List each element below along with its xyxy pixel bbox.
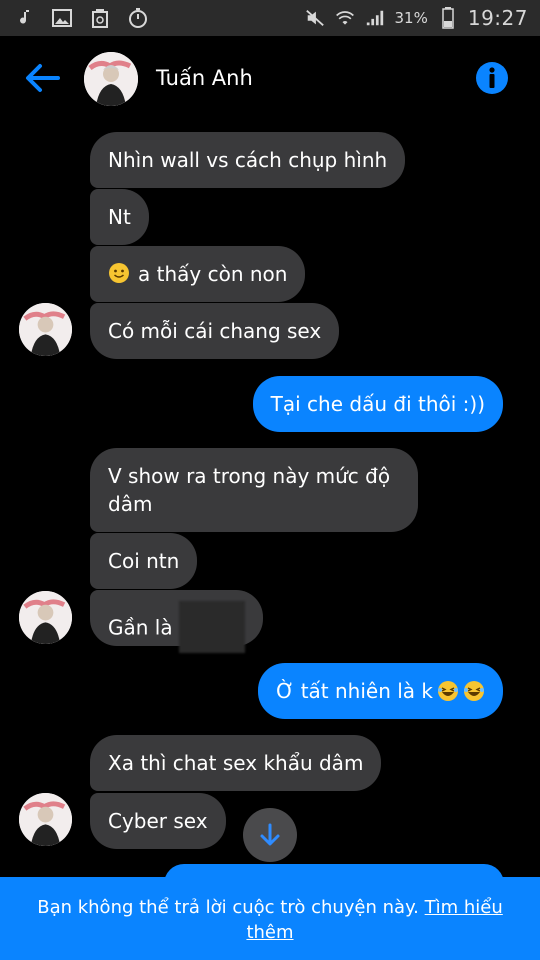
incoming-message[interactable]: Cyber sex: [90, 793, 226, 849]
info-icon: [476, 62, 508, 94]
message-text: a thấy còn non: [138, 262, 288, 286]
laughing-emoji-icon: [437, 680, 459, 702]
laughing-emoji-icon: [463, 680, 485, 702]
incoming-message[interactable]: a thấy còn non: [90, 246, 306, 302]
sender-avatar[interactable]: [19, 303, 72, 356]
wifi-icon: [335, 8, 355, 28]
incoming-message[interactable]: Xa thì chat sex khẩu dâm: [90, 735, 382, 791]
incoming-message[interactable]: Có mỗi cái chang sex: [90, 303, 340, 359]
info-button[interactable]: [475, 61, 509, 95]
recycle-icon: [90, 8, 110, 28]
status-bar: 31% 19:27: [0, 0, 540, 36]
clock: 19:27: [467, 6, 528, 30]
scroll-to-bottom-button[interactable]: [243, 808, 297, 862]
cannot-reply-notice: Bạn không thể trả lời cuộc trò chuyện nà…: [37, 897, 419, 918]
mute-icon: [305, 8, 325, 28]
back-button[interactable]: [22, 58, 62, 98]
battery-icon: [438, 7, 458, 29]
conversation-header: Tuấn Anh: [0, 36, 540, 120]
stopwatch-icon: [128, 8, 148, 28]
incoming-message[interactable]: Coi ntn: [90, 533, 198, 589]
arrow-down-icon: [260, 823, 280, 846]
battery-percent: 31%: [394, 9, 428, 27]
back-arrow-icon: [26, 64, 60, 92]
outgoing-message[interactable]: Ờ tất nhiên là k: [258, 663, 503, 719]
outgoing-message[interactable]: Tại che dấu đi thôi :)): [252, 376, 503, 432]
cannot-reply-banner: Bạn không thể trả lời cuộc trò chuyện nà…: [0, 877, 540, 960]
message-text: Gần là: [108, 615, 173, 640]
incoming-message[interactable]: V show ra trong này mức độ dâm: [90, 448, 418, 532]
incoming-message[interactable]: Gần là: [90, 590, 263, 653]
signal-icon: [365, 8, 385, 28]
music-note-icon: [14, 8, 34, 28]
smile-emoji-icon: [108, 262, 130, 284]
contact-name[interactable]: Tuấn Anh: [156, 66, 253, 90]
contact-avatar[interactable]: [84, 52, 138, 106]
sender-avatar[interactable]: [19, 591, 72, 644]
blurred-redaction: [178, 601, 245, 653]
incoming-message[interactable]: Nhìn wall vs cách chụp hình: [90, 132, 406, 188]
image-icon: [52, 8, 72, 28]
sender-avatar[interactable]: [19, 793, 72, 846]
incoming-message[interactable]: Nt: [90, 189, 149, 245]
message-text: Ờ tất nhiên là k: [276, 679, 433, 703]
